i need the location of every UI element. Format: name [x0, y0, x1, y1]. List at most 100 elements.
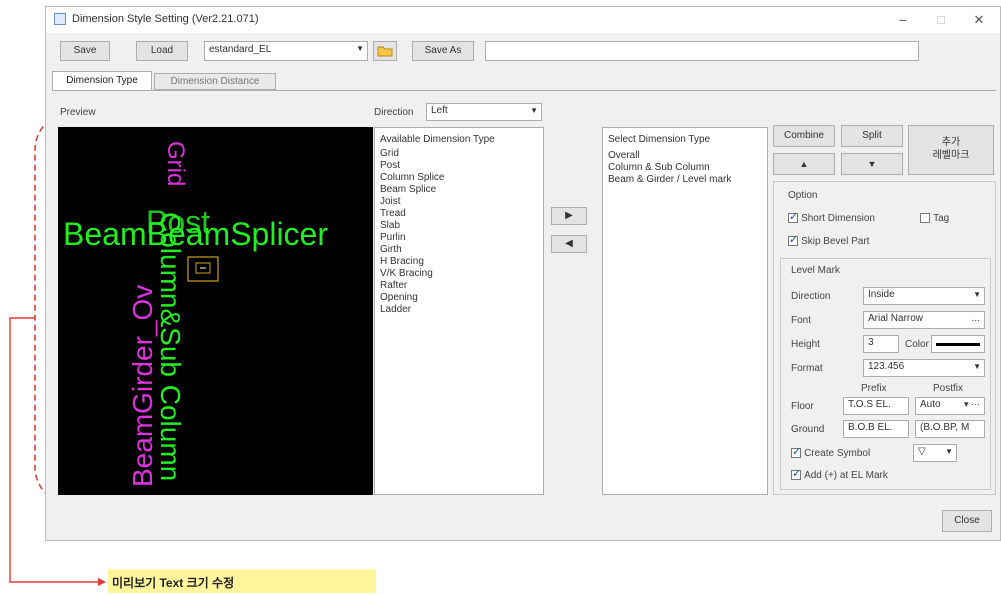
annotation-arrowhead: [98, 578, 106, 586]
available-list-item[interactable]: V/K Bracing: [380, 268, 538, 280]
preview-label: Preview: [60, 107, 96, 118]
preview-text-column-splice: Column&Sub Column: [155, 212, 186, 481]
available-list-item[interactable]: Ladder: [380, 304, 538, 316]
save-as-name-input[interactable]: [485, 41, 919, 61]
annotation-text: 미리보기 Text 크기 수정: [112, 576, 235, 590]
app-icon: [54, 13, 66, 25]
tag-label: Tag: [933, 213, 950, 224]
close-button[interactable]: Close: [942, 510, 992, 532]
option-group: Option Short Dimension Tag Skip Bevel Pa…: [773, 181, 996, 495]
available-list-item[interactable]: Slab: [380, 220, 538, 232]
maximize-button[interactable]: □: [924, 10, 958, 30]
style-select-value: estandard_EL: [209, 44, 272, 55]
lm-format-value: 123.456: [868, 361, 905, 372]
lm-color-picker[interactable]: [931, 335, 985, 353]
lm-direction-select[interactable]: Inside ▼: [863, 287, 985, 305]
direction-select[interactable]: Left ▼: [426, 103, 542, 121]
window-title: Dimension Style Setting (Ver2.21.071): [72, 13, 259, 25]
load-button[interactable]: Load: [136, 41, 188, 61]
move-up-button[interactable]: ▲: [773, 153, 835, 175]
ground-prefix-input[interactable]: B.O.B EL.: [843, 420, 909, 438]
lm-direction-value: Inside: [868, 289, 895, 300]
save-as-button[interactable]: Save As: [412, 41, 474, 61]
short-dimension-label: Short Dimension: [801, 213, 875, 224]
add-level-mark-label-line1: 추가: [941, 137, 961, 148]
selected-list-header: Select Dimension Type: [608, 134, 711, 145]
symbol-select[interactable]: ▽ ▼: [913, 444, 957, 462]
font-browse-button[interactable]: ...: [972, 313, 980, 324]
prefix-header: Prefix: [861, 383, 887, 394]
skip-bevel-label: Skip Bevel Part: [801, 236, 870, 247]
selected-list-item[interactable]: Column & Sub Column: [608, 162, 762, 174]
selected-list-item[interactable]: Beam & Girder / Level mark: [608, 174, 762, 186]
preview-drawing: BeamBeamSplicer Post Grid Column&Sub Col…: [63, 141, 328, 487]
add-level-mark-button[interactable]: 추가 레벨마크: [908, 125, 994, 175]
available-list-item[interactable]: Girth: [380, 244, 538, 256]
direction-label: Direction: [374, 107, 414, 118]
available-list-item[interactable]: Column Splice: [380, 172, 538, 184]
chevron-down-icon: ▼: [973, 290, 981, 299]
short-dimension-checkbox[interactable]: Short Dimension: [788, 210, 875, 224]
move-down-button[interactable]: ▼: [841, 153, 903, 175]
available-list-item[interactable]: Opening: [380, 292, 538, 304]
folder-button[interactable]: [373, 41, 397, 61]
lm-font-label: Font: [791, 315, 812, 326]
skip-bevel-check-icon: [788, 233, 798, 247]
floor-postfix-value: Auto: [920, 399, 941, 410]
tag-checkbox[interactable]: Tag: [920, 212, 949, 224]
minimize-button[interactable]: –: [886, 10, 920, 30]
preview-text-girder: BeamGirder_Ov: [127, 285, 158, 487]
symbol-value: ▽: [918, 446, 926, 457]
floor-prefix-input[interactable]: T.O.S EL.: [843, 397, 909, 415]
tab-dimension-type[interactable]: Dimension Type: [52, 71, 152, 90]
lm-format-select[interactable]: 123.456 ▼: [863, 359, 985, 377]
available-list-item[interactable]: Joist: [380, 196, 538, 208]
skip-bevel-checkbox[interactable]: Skip Bevel Part: [788, 233, 870, 247]
available-list-item[interactable]: Beam Splice: [380, 184, 538, 196]
close-window-button[interactable]: ✕: [962, 10, 996, 30]
combine-button[interactable]: Combine: [773, 125, 835, 147]
postfix-header: Postfix: [933, 383, 964, 394]
create-symbol-checkbox[interactable]: Create Symbol: [791, 445, 871, 459]
available-list-item[interactable]: Rafter: [380, 280, 538, 292]
lm-format-label: Format: [791, 363, 823, 374]
preview-canvas[interactable]: BeamBeamSplicer Post Grid Column&Sub Col…: [58, 127, 373, 495]
lm-height-input[interactable]: 3: [863, 335, 899, 353]
selected-list-item[interactable]: Overall: [608, 150, 762, 162]
add-sign-checkbox[interactable]: Add (+) at EL Mark: [791, 467, 888, 481]
available-list-item[interactable]: Purlin: [380, 232, 538, 244]
ground-label: Ground: [791, 424, 825, 435]
preview-level-box: [187, 256, 219, 282]
save-button[interactable]: Save: [60, 41, 110, 61]
create-symbol-label: Create Symbol: [804, 448, 871, 459]
level-mark-group: Level Mark Direction Inside ▼ Font Arial…: [780, 258, 991, 490]
chevron-down-icon: ▼: [356, 44, 364, 53]
ground-postfix-input[interactable]: (B.O.BP, M: [915, 420, 985, 438]
level-mark-title: Level Mark: [791, 265, 840, 276]
lm-direction-label: Direction: [791, 291, 831, 302]
dimension-style-window: Dimension Style Setting (Ver2.21.071) – …: [45, 6, 1001, 541]
available-dimension-list[interactable]: Available Dimension Type Grid Post Column …: [374, 127, 544, 495]
move-left-button[interactable]: ◀: [551, 235, 587, 253]
floor-postfix-select[interactable]: Auto ▾ ···: [915, 397, 985, 415]
split-button[interactable]: Split: [841, 125, 903, 147]
available-list-item[interactable]: H Bracing: [380, 256, 538, 268]
move-right-button[interactable]: ▶: [551, 207, 587, 225]
floor-postfix-controls[interactable]: ▾ ···: [964, 399, 980, 410]
tab-dimension-distance[interactable]: Dimension Distance: [154, 73, 276, 90]
add-level-mark-label-line2: 레벨마크: [932, 150, 970, 161]
available-list-item[interactable]: Grid: [380, 148, 538, 160]
preview-text-grid: Grid: [162, 141, 189, 186]
add-sign-label: Add (+) at EL Mark: [804, 470, 888, 481]
available-list-item[interactable]: Tread: [380, 208, 538, 220]
color-swatch: [936, 343, 980, 346]
folder-icon: [377, 46, 393, 57]
lm-color-label: Color: [905, 339, 929, 350]
lm-font-value: Arial Narrow: [868, 313, 924, 324]
available-list-header: Available Dimension Type: [380, 134, 495, 145]
style-select[interactable]: estandard_EL ▼: [204, 41, 368, 61]
available-list-item[interactable]: Post: [380, 160, 538, 172]
create-symbol-check-icon: [791, 445, 801, 459]
lm-font-field[interactable]: Arial Narrow ...: [863, 311, 985, 329]
selected-dimension-list[interactable]: Select Dimension Type Overall Column & Su…: [602, 127, 768, 495]
